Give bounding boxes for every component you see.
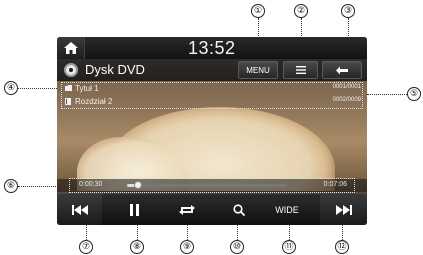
disc-icon xyxy=(64,63,78,77)
callout-7-leader xyxy=(86,225,87,240)
home-icon xyxy=(63,42,78,54)
callout-10: ⑩ xyxy=(230,240,244,254)
list-button[interactable] xyxy=(283,61,318,79)
progress-region-outline xyxy=(69,178,355,193)
callout-8-leader xyxy=(137,225,138,240)
callout-2: ② xyxy=(294,4,308,18)
callout-4: ④ xyxy=(4,81,18,95)
back-button[interactable] xyxy=(322,61,362,79)
menu-button[interactable]: MENU xyxy=(238,61,278,79)
source-title: Dysk DVD xyxy=(85,62,145,77)
callout-5-leader xyxy=(367,94,407,95)
callout-1: ① xyxy=(251,4,265,18)
back-arrow-icon xyxy=(336,66,348,74)
callout-3: ③ xyxy=(341,4,355,18)
repeat-button[interactable] xyxy=(167,194,207,225)
list-icon xyxy=(295,66,306,74)
pause-button[interactable] xyxy=(114,194,154,225)
source-bar: Dysk DVD MENU xyxy=(57,59,367,81)
skip-next-icon xyxy=(335,205,352,215)
callout-7: ⑦ xyxy=(79,240,93,254)
home-button[interactable] xyxy=(57,37,85,59)
callout-9: ⑨ xyxy=(180,240,194,254)
dvd-player-screen: 13:52 Dysk DVD MENU Tytuł 1 0001/0001 Ro… xyxy=(57,37,367,225)
previous-button[interactable] xyxy=(57,194,102,225)
callout-5: ⑤ xyxy=(407,87,421,101)
search-icon xyxy=(233,204,245,216)
playback-controls: WIDE xyxy=(57,193,367,225)
wide-button[interactable]: WIDE xyxy=(261,194,313,225)
info-region-outline xyxy=(61,82,363,109)
skip-previous-icon xyxy=(71,205,88,215)
callout-9-leader xyxy=(187,225,188,240)
callout-10-leader xyxy=(237,225,238,240)
zoom-button[interactable] xyxy=(219,194,259,225)
status-bar: 13:52 xyxy=(57,37,367,59)
callout-11: ⑪ xyxy=(282,240,296,254)
callout-8: ⑧ xyxy=(130,240,144,254)
repeat-icon xyxy=(179,205,195,215)
callout-12-leader xyxy=(342,225,343,240)
callout-11-leader xyxy=(289,225,290,240)
callout-12: ⑫ xyxy=(335,240,349,254)
clock: 13:52 xyxy=(188,38,236,58)
callout-6: ⑥ xyxy=(4,179,18,193)
next-button[interactable] xyxy=(320,194,367,225)
pause-icon xyxy=(129,204,139,216)
